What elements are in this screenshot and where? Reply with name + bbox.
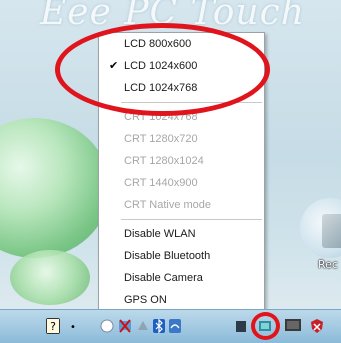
menu-item-lcd-1024x600[interactable]: ✔ LCD 1024x600 <box>99 55 264 77</box>
wlan-icon[interactable] <box>168 318 182 334</box>
brand-watermark: Eee PC Touch <box>40 0 305 33</box>
menu-item-label: GPS ON <box>124 294 167 306</box>
recycle-bin-icon[interactable] <box>322 214 341 248</box>
menu-item-label: CRT 1024x768 <box>124 111 198 123</box>
menu-item-label: CRT 1280x1024 <box>124 155 204 167</box>
security-icon[interactable] <box>100 318 114 334</box>
bluetooth-icon[interactable] <box>152 318 166 334</box>
menu-separator <box>121 219 262 220</box>
menu-item-disable-bluetooth[interactable]: Disable Bluetooth <box>99 245 264 267</box>
menu-item-label: CRT Native mode <box>124 199 212 211</box>
desktop-icon-label[interactable]: Rec <box>318 258 338 271</box>
device-icon[interactable] <box>136 318 150 334</box>
battery-icon[interactable] <box>234 318 248 334</box>
help-icon[interactable]: ? <box>46 318 60 334</box>
menu-item-crt-1024x768: CRT 1024x768 <box>99 106 264 128</box>
svg-text:?: ? <box>50 320 56 333</box>
shield-icon[interactable] <box>310 318 324 334</box>
monitor-icon[interactable] <box>284 318 302 334</box>
wallpaper-bubble <box>10 250 90 305</box>
chevron-icon[interactable]: • <box>66 318 80 334</box>
menu-item-label: Disable WLAN <box>124 228 196 240</box>
menu-item-gps-on[interactable]: GPS ON <box>99 289 264 311</box>
display-settings-icon[interactable] <box>258 318 272 334</box>
menu-item-disable-wlan[interactable]: Disable WLAN <box>99 223 264 245</box>
menu-item-label: LCD 1024x768 <box>124 82 198 94</box>
menu-item-label: CRT 1440x900 <box>124 177 198 189</box>
menu-item-label: LCD 800x600 <box>124 38 192 50</box>
menu-item-label: Disable Bluetooth <box>124 250 211 262</box>
display-context-menu: LCD 800x600 ✔ LCD 1024x600 LCD 1024x768 … <box>98 32 265 316</box>
svg-text:•: • <box>70 322 76 333</box>
menu-item-lcd-800x600[interactable]: LCD 800x600 <box>99 33 264 55</box>
menu-item-label: CRT 1280x720 <box>124 133 198 145</box>
menu-item-label: LCD 1024x600 <box>124 60 198 72</box>
menu-item-label: Disable Camera <box>124 272 203 284</box>
menu-item-crt-1280x1024: CRT 1280x1024 <box>99 150 264 172</box>
network-icon[interactable] <box>118 318 132 334</box>
menu-item-crt-1280x720: CRT 1280x720 <box>99 128 264 150</box>
menu-item-crt-1440x900: CRT 1440x900 <box>99 172 264 194</box>
taskbar: ? • <box>0 309 341 343</box>
menu-separator <box>121 102 262 103</box>
wallpaper-bubble <box>0 118 110 258</box>
menu-item-crt-native-mode: CRT Native mode <box>99 194 264 216</box>
menu-item-disable-camera[interactable]: Disable Camera <box>99 267 264 289</box>
check-icon: ✔ <box>109 60 119 72</box>
menu-item-lcd-1024x768[interactable]: LCD 1024x768 <box>99 77 264 99</box>
